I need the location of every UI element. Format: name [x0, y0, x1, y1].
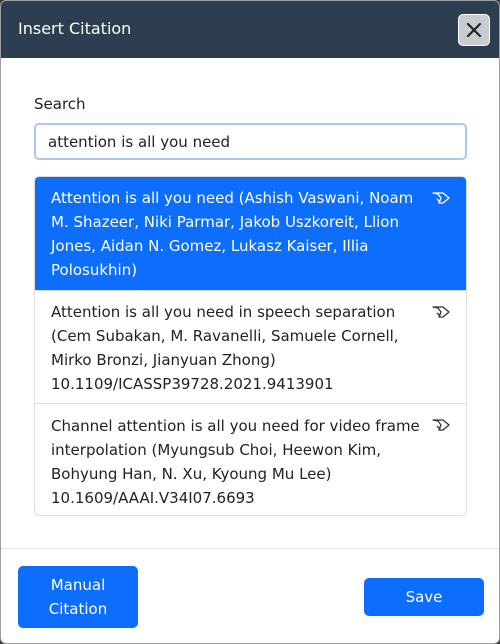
manual-citation-button[interactable]: Manual Citation — [18, 566, 138, 628]
dialog-title: Insert Citation — [18, 19, 132, 38]
result-item[interactable]: Channel attention is all you need for vi… — [35, 403, 466, 515]
close-button[interactable] — [458, 14, 490, 46]
result-doi: 10.1609/AAAI.V34I07.6693 — [51, 489, 255, 507]
result-item-selected[interactable]: Attention is all you need (Ashish Vaswan… — [35, 177, 466, 290]
result-citation-text: Attention is all you need in speech sepa… — [51, 303, 399, 369]
search-input[interactable] — [34, 123, 467, 160]
save-button[interactable]: Save — [364, 578, 484, 616]
footer-divider — [1, 548, 499, 549]
result-doi: 10.1109/ICASSP39728.2021.9413901 — [51, 375, 334, 393]
close-icon — [466, 22, 482, 38]
dialog-body: Search Attention is all you need (Ashish… — [1, 58, 499, 548]
result-citation-text: Channel attention is all you need for vi… — [51, 417, 420, 483]
result-item[interactable]: Attention is all you need in speech sepa… — [35, 290, 466, 403]
ai-sparkle-icon — [432, 306, 450, 318]
dialog-titlebar: Insert Citation — [1, 1, 499, 58]
results-list: Attention is all you need (Ashish Vaswan… — [34, 176, 467, 516]
result-citation-text: Attention is all you need (Ashish Vaswan… — [51, 189, 414, 279]
insert-citation-dialog: Insert Citation Search Attention is all … — [0, 0, 500, 644]
ai-sparkle-icon — [432, 192, 450, 204]
ai-sparkle-icon — [432, 419, 450, 431]
search-label: Search — [34, 95, 86, 113]
